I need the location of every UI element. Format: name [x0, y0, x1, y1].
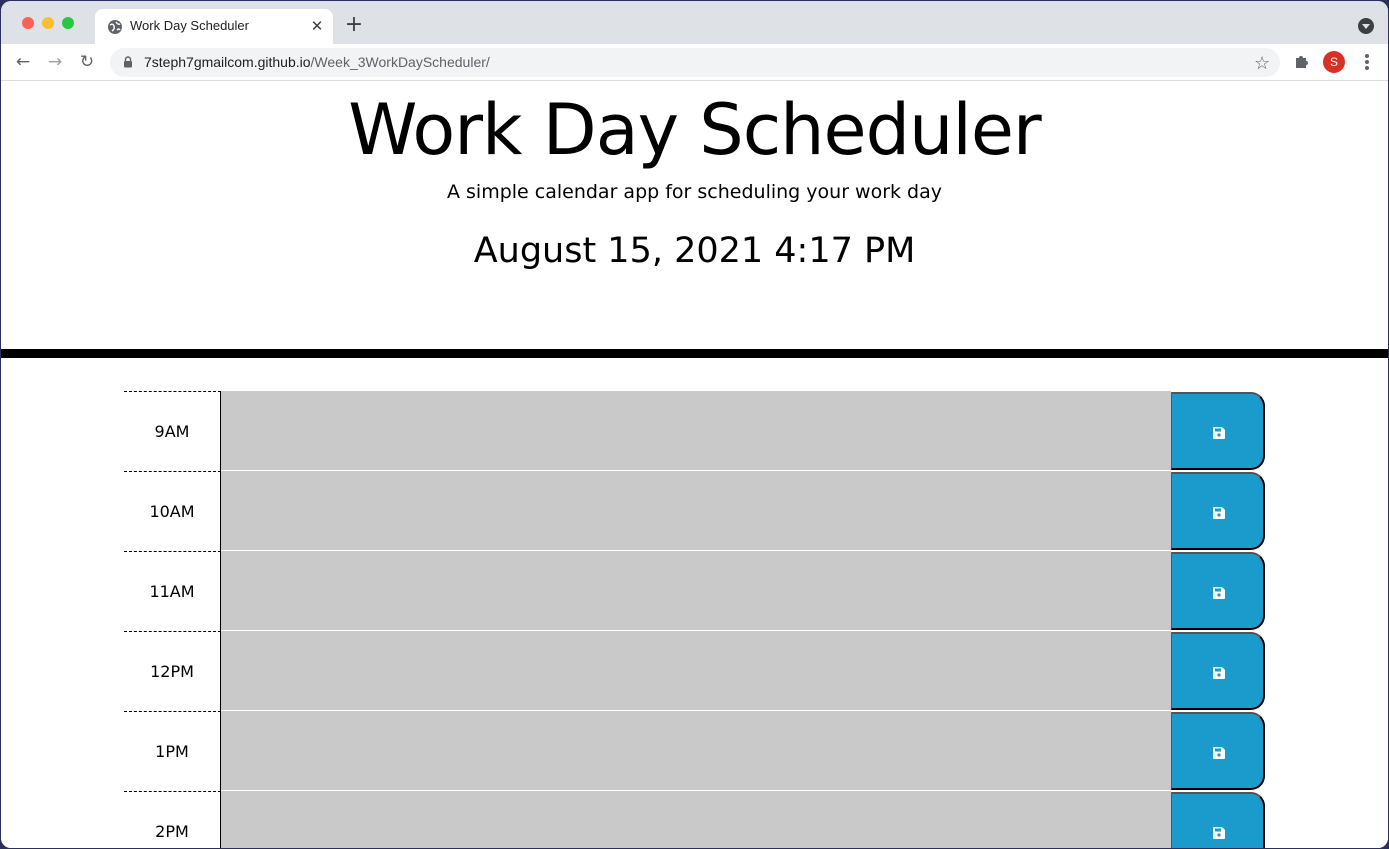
floppy-disk-icon [1213, 667, 1225, 679]
hour-label: 2PM [124, 791, 221, 848]
reload-icon[interactable]: ↻ [77, 52, 97, 72]
floppy-disk-icon [1213, 587, 1225, 599]
tab-strip: Work Day Scheduler ✕ + [1, 1, 1388, 44]
event-description-input[interactable] [221, 551, 1171, 631]
event-description-input[interactable] [221, 791, 1171, 848]
hour-label: 12PM [124, 631, 221, 711]
maximize-window-button[interactable] [62, 17, 74, 29]
hour-label: 9AM [124, 391, 221, 471]
current-day: August 15, 2021 4:17 PM [473, 231, 916, 271]
minimize-window-button[interactable] [42, 17, 54, 29]
more-menu-icon[interactable] [1359, 52, 1375, 72]
floppy-disk-icon [1213, 427, 1225, 439]
event-description-input[interactable] [221, 711, 1171, 791]
floppy-disk-icon [1213, 747, 1225, 759]
tab-close-icon[interactable]: ✕ [309, 18, 325, 34]
tab-active[interactable]: Work Day Scheduler ✕ [95, 9, 333, 44]
globe-icon [108, 20, 122, 34]
time-block-row: 1PM [124, 711, 1265, 791]
bookmark-star-icon[interactable]: ☆ [1254, 53, 1270, 74]
time-block-row: 12PM [124, 631, 1265, 711]
back-icon[interactable]: ← [13, 52, 33, 72]
event-description-input[interactable] [221, 391, 1171, 471]
url-text: 7steph7gmailcom.github.io/Week_3WorkDayS… [144, 54, 490, 70]
hour-label: 11AM [124, 551, 221, 631]
url-host: 7steph7gmailcom.github.io [144, 54, 311, 70]
page-subtitle: A simple calendar app for scheduling you… [446, 181, 943, 203]
save-button[interactable] [1171, 712, 1265, 790]
floppy-disk-icon [1213, 827, 1225, 839]
lock-icon [124, 56, 132, 68]
tab-search-icon[interactable] [1358, 18, 1374, 34]
event-description-input[interactable] [221, 631, 1171, 711]
time-block-row: 11AM [124, 551, 1265, 631]
save-button[interactable] [1171, 552, 1265, 630]
page-content: Work Day Scheduler A simple calendar app… [1, 81, 1388, 848]
save-button[interactable] [1171, 392, 1265, 470]
time-block-row: 9AM [124, 391, 1265, 471]
extensions-puzzle-icon[interactable] [1293, 52, 1311, 70]
hour-label: 1PM [124, 711, 221, 791]
url-path: /Week_3WorkDayScheduler/ [310, 54, 490, 70]
time-block-row: 10AM [124, 471, 1265, 551]
event-description-input[interactable] [221, 471, 1171, 551]
save-button[interactable] [1171, 632, 1265, 710]
close-window-button[interactable] [22, 17, 34, 29]
save-button[interactable] [1171, 792, 1265, 848]
page-title: Work Day Scheduler [348, 89, 1041, 171]
jumbotron: Work Day Scheduler A simple calendar app… [1, 81, 1388, 349]
floppy-disk-icon [1213, 507, 1225, 519]
browser-window: Work Day Scheduler ✕ + ← → ↻ 7steph7gmai… [1, 1, 1388, 848]
profile-avatar[interactable]: S [1323, 51, 1345, 73]
time-blocks-container: 9AM 10AM 11AM 12PM 1PM 2PM [124, 391, 1265, 848]
address-bar[interactable]: 7steph7gmailcom.github.io/Week_3WorkDayS… [110, 48, 1280, 77]
tab-title: Work Day Scheduler [130, 18, 249, 33]
save-button[interactable] [1171, 472, 1265, 550]
forward-icon[interactable]: → [45, 52, 65, 72]
browser-toolbar: ← → ↻ 7steph7gmailcom.github.io/Week_3Wo… [1, 44, 1388, 81]
header-divider [1, 349, 1388, 358]
hour-label: 10AM [124, 471, 221, 551]
new-tab-icon[interactable]: + [344, 14, 364, 36]
time-block-row: 2PM [124, 791, 1265, 848]
